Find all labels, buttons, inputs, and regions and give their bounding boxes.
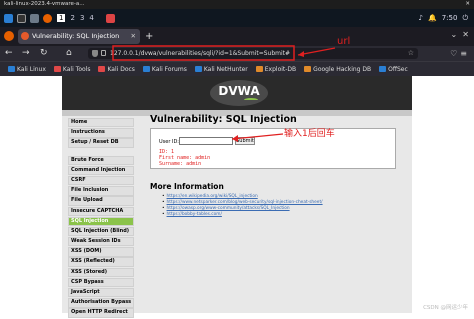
bookmark-kali-forums[interactable]: Kali Forums (142, 66, 187, 73)
kali-forums-icon (142, 66, 150, 72)
browser-nav-bar: ← → ↻ ⌂ 127.0.0.1/dvwa/vulnerabilities/s… (0, 46, 474, 61)
bookmark-google-hacking-db[interactable]: Google Hacking DB (304, 66, 371, 73)
window-controls[interactable]: ⌄ ✕ (451, 30, 470, 39)
menu-item-xss-reflected[interactable]: XSS (Reflected) (68, 257, 134, 267)
user-id-input[interactable] (179, 137, 233, 145)
bookmark-exploit-db[interactable]: Exploit-DB (255, 66, 296, 73)
tracking-shield-icon[interactable] (92, 50, 98, 57)
volume-icon[interactable]: ♪ (419, 14, 423, 22)
menu-item-home[interactable]: Home (68, 118, 134, 128)
more-info-links: https://en.wikipedia.org/wiki/SQL_inject… (162, 194, 323, 218)
dvwa-logo: DVWA (210, 80, 268, 106)
menu-item-command-injection[interactable]: Command Injection (68, 165, 134, 176)
home-button[interactable]: ⌂ (66, 47, 72, 60)
firefox-view-icon[interactable] (4, 31, 14, 41)
menu-item-setup-reset-db[interactable]: Setup / Reset DB (68, 138, 134, 148)
kali-top-panel: 1 2 3 4 ♪ 🔔 7:50 ⏻ (0, 9, 474, 27)
kali-icon (8, 66, 15, 72)
logo-swoosh-icon (244, 98, 258, 102)
menu-item-sql-injection-blind[interactable]: SQL Injection (Blind) (68, 226, 134, 237)
menu-item-open-http-redirect[interactable]: Open HTTP Redirect (68, 308, 134, 318)
watermark: CSDN @网运少年 (423, 305, 468, 311)
nethunter-icon (194, 66, 202, 72)
sqli-form-box: User ID: Submit ID: 1 First name: admin … (150, 128, 396, 169)
menu-item-sql-injection[interactable]: SQL Injection (68, 216, 134, 227)
kali-tools-icon (53, 66, 61, 72)
menu-item-csp-bypass[interactable]: CSP Bypass (68, 277, 134, 288)
dvwa-menu: Home Instructions Setup / Reset DB Brute Fo… (68, 118, 134, 319)
forward-button[interactable]: → (22, 47, 30, 60)
tab-sql-injection[interactable]: Vulnerability: SQL Injection ✕ (18, 29, 140, 44)
toolbar-right-icons[interactable]: ♡≡ (450, 47, 470, 60)
menu-item-authorisation-bypass[interactable]: Authorisation Bypass (68, 298, 134, 308)
firefox-icon[interactable] (43, 13, 52, 23)
bookmarks-toolbar: Kali Linux Kali Tools Kali Docs Kali For… (0, 61, 474, 76)
menu-item-instructions[interactable]: Instructions (68, 128, 134, 138)
bookmark-star-icon[interactable]: ☆ (408, 48, 414, 59)
ghdb-icon (304, 66, 312, 72)
notification-icon[interactable]: 🔔 (428, 14, 437, 22)
user-id-label: User ID: (159, 139, 179, 145)
bookmark-kali-docs[interactable]: Kali Docs (98, 66, 135, 73)
menu-item-file-inclusion[interactable]: File Inclusion (68, 186, 134, 196)
menu-item-insecure-captcha[interactable]: Insecure CAPTCHA (68, 206, 134, 216)
workspace-2[interactable]: 2 (70, 14, 74, 22)
annotation-url: url (337, 36, 351, 47)
terminal-icon[interactable] (17, 13, 26, 23)
menu-item-xss-stored[interactable]: XSS (Stored) (68, 267, 134, 278)
annotation-enter: 输入1后回车 (284, 129, 335, 139)
menu-item-javascript[interactable]: JavaScript (68, 288, 134, 298)
url-bar[interactable]: 127.0.0.1/dvwa/vulnerabilities/sqli/?id=… (88, 48, 418, 59)
page-title: Vulnerability: SQL Injection (150, 114, 297, 125)
vm-title: kali-linux-2023.4-vmware-a... (4, 1, 85, 7)
taskbar-app-icon[interactable] (105, 13, 115, 23)
reload-button[interactable]: ↻ (40, 47, 48, 60)
menu-item-xss-dom[interactable]: XSS (DOM) (68, 247, 134, 257)
web-page: DVWA Home Instructions Setup / Reset DB Bru… (0, 76, 474, 318)
menu-item-brute-force[interactable]: Brute Force (68, 155, 134, 165)
browser-tab-bar: Vulnerability: SQL Injection ✕ + ⌄ ✕ (0, 27, 474, 46)
vm-close-button[interactable]: ✕ (465, 0, 470, 9)
clock: 7:50 (441, 14, 458, 22)
offsec-icon (379, 66, 387, 72)
bookmark-offsec[interactable]: OffSec (379, 66, 408, 73)
bookmark-kali-tools[interactable]: Kali Tools (53, 66, 90, 73)
files-icon[interactable] (30, 13, 39, 23)
menu-item-weak-session-ids[interactable]: Weak Session IDs (68, 237, 134, 247)
menu-item-csrf[interactable]: CSRF (68, 175, 134, 186)
workspace-4[interactable]: 4 (89, 14, 93, 22)
dvwa-header: DVWA (62, 76, 412, 110)
bookmark-kali-linux[interactable]: Kali Linux (8, 66, 46, 73)
dvwa-favicon-icon (21, 32, 29, 40)
vm-title-bar: kali-linux-2023.4-vmware-a... ✕ (0, 0, 474, 9)
workspace-1[interactable]: 1 (57, 14, 66, 22)
back-button[interactable]: ← (5, 47, 13, 60)
url-text: 127.0.0.1/dvwa/vulnerabilities/sqli/?id=… (110, 50, 291, 57)
kali-menu-icon[interactable] (4, 13, 13, 23)
exploit-db-icon (255, 66, 263, 72)
site-info-icon[interactable] (101, 50, 106, 56)
tab-title: Vulnerability: SQL Injection (32, 32, 120, 40)
menu-item-file-upload[interactable]: File Upload (68, 196, 134, 206)
submit-button[interactable]: Submit (235, 137, 255, 145)
result-surname: Surname: admin (159, 161, 202, 167)
kali-docs-icon (98, 66, 106, 72)
more-info-title: More Information (150, 182, 224, 191)
tab-close-button[interactable]: ✕ (131, 29, 136, 44)
new-tab-button[interactable]: + (145, 29, 153, 44)
bookmark-kali-nethunter[interactable]: Kali NetHunter (194, 66, 248, 73)
link-bobby-tables[interactable]: https://bobby-tables.com/ (162, 212, 323, 218)
workspace-3[interactable]: 3 (80, 14, 84, 22)
menu-gap (68, 149, 134, 156)
power-icon[interactable]: ⏻ (462, 14, 468, 23)
